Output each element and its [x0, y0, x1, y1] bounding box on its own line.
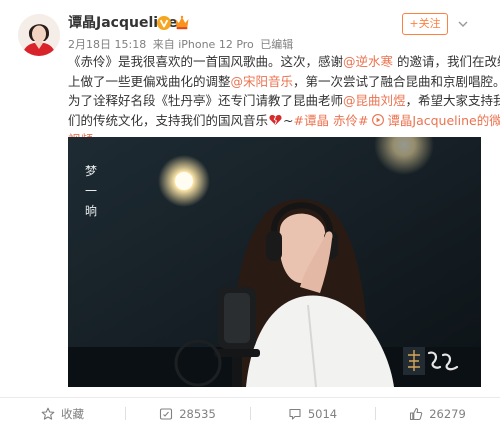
favorite-label: 收藏 [61, 406, 84, 421]
like-count: 26279 [429, 406, 466, 421]
avatar[interactable] [18, 14, 60, 56]
text-segment: 上做了一些更偏戏曲化的调整 [68, 73, 231, 89]
chevron-down-icon[interactable] [456, 17, 470, 31]
text-segment: 们的传统文化，支持我们的国风音乐 [68, 112, 269, 128]
video-brand-watermark [403, 347, 459, 375]
favorite-button[interactable]: 收藏 [0, 398, 125, 429]
edited-tag[interactable]: 已编辑 [260, 38, 293, 51]
comment-button[interactable]: 5014 [250, 398, 375, 429]
post-text-line: 们的传统文化，支持我们的国风音乐 ~#谭晶 赤伶# 谭晶Jacqueline的微博 [68, 111, 500, 131]
text-segment: ~ [283, 112, 294, 128]
post-text-line: 为了诠释好名段《牡丹亭》还专门请教了昆曲老师@昆曲刘煜，希望大家支持我 [68, 91, 500, 111]
video-caption: 梦一晌 [84, 164, 97, 218]
hashtag-link[interactable]: #谭晶 赤伶# [294, 113, 369, 128]
comment-count: 5014 [307, 406, 338, 421]
member-crown-icon[interactable] [174, 15, 190, 30]
follow-button[interactable]: +关注 [402, 13, 448, 35]
star-icon [41, 407, 55, 420]
post-text-line: 上做了一些更偏戏曲化的调整@宋阳音乐，第一次尝试了融合昆曲和京剧唱腔。 [68, 72, 500, 92]
action-bar: 收藏 28535 5014 26279 [0, 398, 500, 429]
post-text-line: 《赤伶》是我很喜欢的一首国风歌曲。这次，感谢@逆水寒 的邀请，我们在改编 [68, 52, 500, 72]
comment-icon [289, 408, 301, 420]
broken-heart-icon [269, 114, 282, 125]
post-time[interactable]: 2月18日 15:18 [68, 38, 146, 51]
thumbs-up-icon [410, 407, 423, 420]
mention-link[interactable]: @逆水寒 [343, 54, 393, 69]
text-segment: 《赤伶》是我很喜欢的一首国风歌曲。这次，感谢 [68, 54, 344, 69]
avatar-image [18, 14, 60, 56]
text-segment: 为了诠释好名段《牡丹亭》还专门请教了昆曲老师 [68, 93, 344, 109]
repost-button[interactable]: 28535 [125, 398, 250, 429]
post-source: 来自 iPhone 12 Pro [152, 38, 254, 51]
video-player[interactable]: 梦一晌 [68, 137, 481, 387]
mention-link[interactable]: @昆曲刘煜 [343, 93, 406, 108]
video-play-icon [372, 113, 385, 126]
text-segment: 的邀请，我们在改编 [393, 54, 500, 69]
post-meta: 2月18日 15:18 来自 iPhone 12 Pro 已编辑 [68, 37, 296, 52]
text-segment: ，第一次尝试了融合昆曲和京剧唱腔。 [293, 73, 500, 89]
video-link-label: 谭晶Jacqueline的微博 [387, 112, 500, 128]
mention-link[interactable]: @宋阳音乐 [231, 74, 294, 89]
post-text: 《赤伶》是我很喜欢的一首国风歌曲。这次，感谢@逆水寒 的邀请，我们在改编 上做了… [68, 52, 500, 150]
verified-badge-icon [157, 16, 171, 30]
video-link[interactable]: 谭晶Jacqueline的微博 [372, 113, 500, 128]
like-button[interactable]: 26279 [375, 398, 500, 429]
text-segment: ，希望大家支持我 [405, 93, 500, 109]
repost-count: 28535 [179, 406, 216, 421]
repost-icon [160, 407, 173, 420]
